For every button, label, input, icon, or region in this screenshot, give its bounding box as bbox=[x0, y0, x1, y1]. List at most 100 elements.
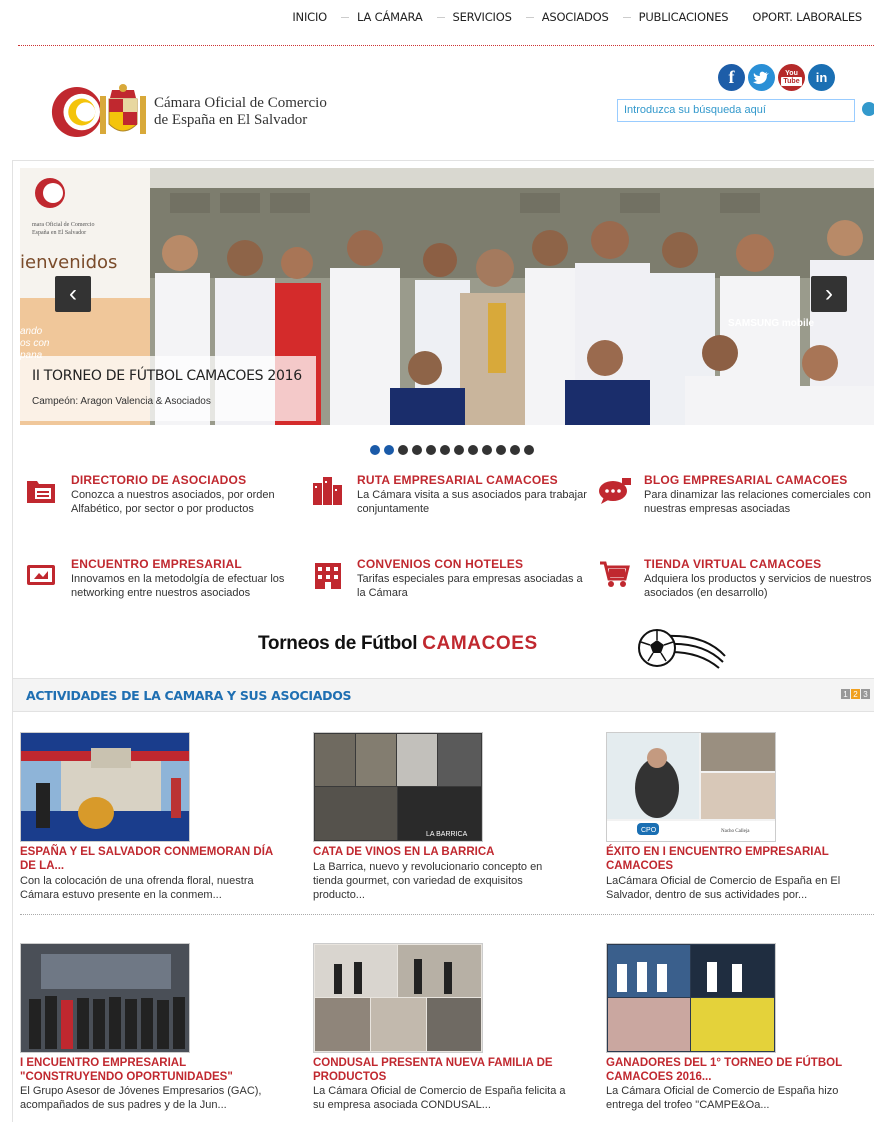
nav-item-la-camara[interactable]: LA CÁMARA bbox=[327, 10, 423, 24]
slider-dot[interactable] bbox=[482, 445, 492, 455]
nav-item-servicios[interactable]: SERVICIOS bbox=[423, 10, 512, 24]
top-navigation: INICIO LA CÁMARA SERVICIOS ASOCIADOS PUB… bbox=[0, 10, 874, 30]
nav-item-publicaciones[interactable]: PUBLICACIONES bbox=[609, 10, 729, 24]
nav-label[interactable]: PUBLICACIONES bbox=[639, 10, 729, 24]
slide-caption: II TORNEO DE FÚTBOL CAMACOES 2016 Campeó… bbox=[20, 356, 316, 421]
organization-name: Cámara Oficial de Comercio de España en … bbox=[154, 95, 327, 129]
nav-label[interactable]: INICIO bbox=[292, 10, 327, 24]
search-input[interactable]: Introduzca su búsqueda aquí bbox=[617, 99, 855, 122]
chat-bubble-icon bbox=[599, 478, 631, 504]
banner-small-text: ando bbox=[20, 326, 43, 337]
social-links: f You Tube in bbox=[718, 64, 835, 91]
twitter-icon[interactable] bbox=[748, 64, 775, 91]
nav-label[interactable]: OPORT. LABORALES bbox=[752, 10, 862, 24]
activity-title[interactable]: CATA DE VINOS EN LA BARRICA bbox=[313, 845, 575, 859]
feature-description: Adquiera los productos y servicios de nu… bbox=[644, 573, 872, 599]
banner-welcome-text: ienvenidos bbox=[20, 252, 117, 273]
activities-heading: ACTIVIDADES DE LA CAMARA Y SUS ASOCIADOS bbox=[26, 688, 352, 703]
site-logo[interactable]: Cámara Oficial de Comercio de España en … bbox=[50, 82, 327, 142]
search-button-icon[interactable] bbox=[862, 102, 874, 116]
header-divider bbox=[18, 45, 874, 46]
slider-dot[interactable] bbox=[524, 445, 534, 455]
thumbnail-label: CPO bbox=[641, 827, 657, 834]
jersey-sponsor-text: SAMSUNG mobile bbox=[728, 318, 815, 329]
feature-description: Para dinamizar las relaciones comerciale… bbox=[644, 489, 871, 515]
activity-title[interactable]: ESPAÑA Y EL SALVADOR CONMEMORAN DÍA DE L… bbox=[20, 845, 282, 873]
slide-title: II TORNEO DE FÚTBOL CAMACOES 2016 bbox=[32, 368, 302, 384]
slider-dot[interactable] bbox=[412, 445, 422, 455]
feature-title[interactable]: ENCUENTRO EMPRESARIAL bbox=[71, 557, 242, 571]
activity-thumbnail[interactable] bbox=[313, 943, 483, 1053]
torneos-banner[interactable]: Torneos de Fútbol CAMACOES bbox=[258, 633, 538, 655]
slider-dot[interactable] bbox=[440, 445, 450, 455]
soccer-ball-icon bbox=[638, 629, 726, 669]
nav-label[interactable]: SERVICIOS bbox=[453, 10, 512, 24]
page-button[interactable]: 1 bbox=[841, 689, 850, 699]
activity-description: La Cámara Oficial de Comercio de España … bbox=[606, 1085, 839, 1111]
slider-dot[interactable] bbox=[454, 445, 464, 455]
feature-title[interactable]: DIRECTORIO DE ASOCIADOS bbox=[71, 473, 246, 487]
activity-description: El Grupo Asesor de Jóvenes Empresarios (… bbox=[20, 1085, 262, 1111]
org-name-line1: Cámara Oficial de Comercio bbox=[154, 95, 327, 111]
handshake-screen-icon bbox=[27, 565, 55, 585]
slider-dot[interactable] bbox=[426, 445, 436, 455]
shopping-cart-icon bbox=[600, 561, 630, 587]
page-button-active[interactable]: 2 bbox=[851, 689, 860, 699]
feature-title[interactable]: BLOG EMPRESARIAL CAMACOES bbox=[644, 473, 847, 487]
activity-title[interactable]: ÉXITO EN I ENCUENTRO EMPRESARIAL CAMACOE… bbox=[606, 845, 868, 873]
slider-dot[interactable] bbox=[398, 445, 408, 455]
nav-item-oport-laborales[interactable]: OPORT. LABORALES bbox=[728, 10, 862, 24]
activities-pager: 1 2 3 bbox=[841, 689, 870, 699]
activity-description: La Barrica, nuevo y revolucionario conce… bbox=[313, 861, 543, 901]
slider-prev-arrow-icon[interactable]: ‹ bbox=[55, 276, 91, 312]
torneos-highlight: CAMACOES bbox=[422, 633, 538, 654]
activity-description: Con la colocación de una ofrenda floral,… bbox=[20, 875, 254, 901]
activity-thumbnail[interactable] bbox=[606, 943, 776, 1053]
slider-dot[interactable] bbox=[370, 445, 380, 455]
camara-c-logo-icon bbox=[51, 87, 100, 137]
page-button[interactable]: 3 bbox=[861, 689, 870, 699]
feature-description: La Cámara visita a sus asociados para tr… bbox=[357, 489, 587, 515]
thumbnail-label: LA BARRICA bbox=[426, 831, 468, 838]
activity-title[interactable]: GANADORES DEL 1° TORNEO DE FÚTBOL CAMACO… bbox=[606, 1056, 868, 1084]
activity-description: LaCámara Oficial de Comercio de España e… bbox=[606, 875, 841, 901]
feature-title[interactable]: CONVENIOS CON HOTELES bbox=[357, 557, 523, 571]
feature-description: Tarifas especiales para empresas asociad… bbox=[357, 573, 583, 599]
buildings-icon bbox=[313, 477, 342, 505]
slider-pagination bbox=[370, 445, 534, 455]
slider-dot[interactable] bbox=[510, 445, 520, 455]
cards-divider bbox=[20, 914, 874, 915]
banner-text-line: España en El Salvador bbox=[32, 230, 86, 236]
banner-text-line: mara Oficial de Comercio bbox=[32, 221, 94, 228]
activity-thumbnail[interactable]: LA BARRICA bbox=[313, 732, 483, 842]
slider-dot[interactable] bbox=[496, 445, 506, 455]
youtube-icon[interactable]: You Tube bbox=[778, 64, 805, 91]
nav-label[interactable]: LA CÁMARA bbox=[357, 10, 423, 24]
thumbnail-label: Nacho Calleja bbox=[721, 829, 750, 834]
torneos-prefix: Torneos de Fútbol bbox=[258, 633, 423, 654]
activity-title[interactable]: CONDUSAL PRESENTA NUEVA FAMILIA DE PRODU… bbox=[313, 1056, 575, 1084]
activity-thumbnail[interactable] bbox=[20, 732, 190, 842]
slider-dot[interactable] bbox=[468, 445, 478, 455]
hotel-icon bbox=[315, 563, 341, 589]
slide-subtitle: Campeón: Aragon Valencia & Asociados bbox=[32, 396, 211, 407]
folder-icon bbox=[27, 481, 55, 503]
org-name-line2: de España en El Salvador bbox=[154, 112, 308, 128]
activity-thumbnail[interactable]: CPO Nacho Calleja bbox=[606, 732, 776, 842]
slider-next-arrow-icon[interactable]: › bbox=[811, 276, 847, 312]
feature-description: Innovamos en la metodolgía de efectuar l… bbox=[71, 573, 285, 599]
coat-of-arms-icon bbox=[100, 84, 146, 134]
activity-thumbnail[interactable] bbox=[20, 943, 190, 1053]
banner-small-text: os con bbox=[20, 338, 50, 349]
feature-description: Conozca a nuestros asociados, por orden … bbox=[71, 489, 275, 515]
nav-item-asociados[interactable]: ASOCIADOS bbox=[512, 10, 609, 24]
nav-label[interactable]: ASOCIADOS bbox=[542, 10, 609, 24]
slider-dot[interactable] bbox=[384, 445, 394, 455]
activities-header: ACTIVIDADES DE LA CAMARA Y SUS ASOCIADOS… bbox=[13, 678, 874, 712]
facebook-icon[interactable]: f bbox=[718, 64, 745, 91]
feature-title[interactable]: RUTA EMPRESARIAL CAMACOES bbox=[357, 473, 558, 487]
feature-title[interactable]: TIENDA VIRTUAL CAMACOES bbox=[644, 557, 821, 571]
activity-title[interactable]: I ENCUENTRO EMPRESARIAL "CONSTRUYENDO OP… bbox=[20, 1056, 282, 1084]
linkedin-icon[interactable]: in bbox=[808, 64, 835, 91]
nav-item-inicio[interactable]: INICIO bbox=[292, 10, 327, 24]
